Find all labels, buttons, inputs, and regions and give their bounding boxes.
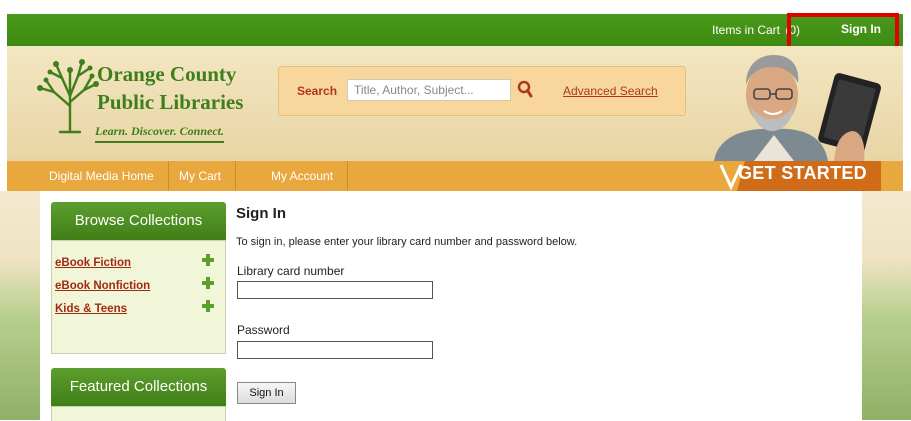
collection-kids-teens[interactable]: Kids & Teens <box>55 303 127 315</box>
header: Orange County Public Libraries Learn. Di… <box>7 46 903 161</box>
top-bar: Items in Cart (0) Sign In <box>0 0 911 67</box>
cart-link[interactable]: Items in Cart (0) <box>712 23 800 37</box>
featured-collections-header: Featured Collections <box>51 368 226 406</box>
expand-plus-icon[interactable] <box>202 300 214 312</box>
collection-ebook-fiction[interactable]: eBook Fiction <box>55 257 131 269</box>
cart-label: Items in Cart <box>712 23 781 37</box>
nav-digital-media-home[interactable]: Digital Media Home <box>35 161 169 191</box>
expand-plus-icon[interactable] <box>202 254 214 266</box>
collection-ebook-nonfiction[interactable]: eBook Nonfiction <box>55 280 150 292</box>
card-number-field[interactable] <box>237 281 433 299</box>
page-title: Sign In <box>236 205 286 222</box>
search-label: Search <box>297 84 338 98</box>
password-field[interactable] <box>237 341 433 359</box>
search-icon[interactable] <box>516 79 534 99</box>
logo-title-line1: Orange County <box>97 62 237 86</box>
logo-title-line2: Public Libraries <box>97 90 244 114</box>
browse-collections-header: Browse Collections <box>51 202 226 240</box>
cart-count: (0) <box>785 23 801 37</box>
get-started-label[interactable]: GET STARTED <box>738 163 867 184</box>
tree-logo-icon <box>37 59 99 134</box>
expand-plus-icon[interactable] <box>202 277 214 289</box>
nav-my-cart[interactable]: My Cart <box>165 161 236 191</box>
logo-tagline: Learn. Discover. Connect. <box>95 124 224 143</box>
search-box: Search Advanced Search <box>278 66 686 116</box>
nav-my-account[interactable]: My Account <box>257 161 349 191</box>
featured-collections-panel <box>51 406 226 421</box>
man-with-tablet-image <box>714 55 881 161</box>
search-input[interactable] <box>347 79 511 101</box>
sign-in-link[interactable]: Sign In <box>841 22 881 36</box>
sign-in-button[interactable]: Sign In <box>237 382 296 404</box>
card-number-label: Library card number <box>237 264 345 278</box>
password-label: Password <box>237 323 290 337</box>
advanced-search-link[interactable]: Advanced Search <box>563 84 658 98</box>
signin-instructions: To sign in, please enter your library ca… <box>236 236 578 248</box>
